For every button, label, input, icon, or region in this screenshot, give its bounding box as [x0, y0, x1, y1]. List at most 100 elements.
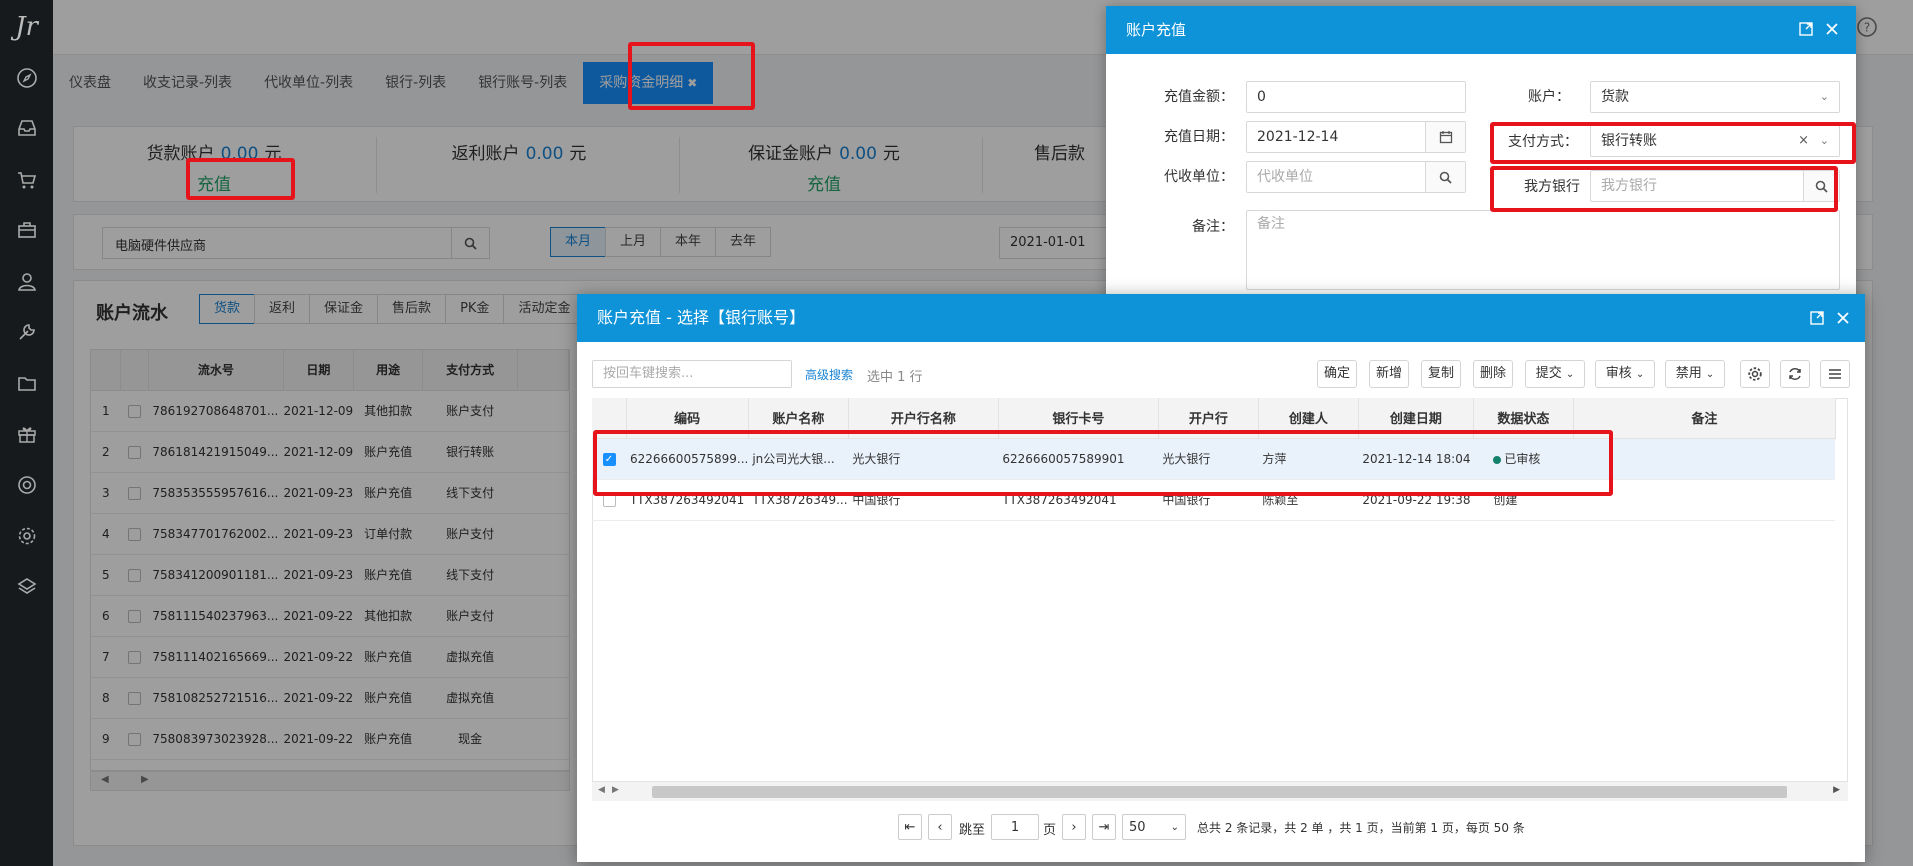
prev-page-icon[interactable]: ‹	[928, 814, 952, 840]
close-icon[interactable]	[1835, 310, 1851, 326]
row-checkbox[interactable]: ✓	[602, 452, 616, 466]
inbox-icon[interactable]	[0, 108, 53, 148]
collector-input[interactable]: 代收单位	[1246, 161, 1466, 193]
amount-input[interactable]: 0	[1246, 81, 1466, 113]
scroll-left-icon[interactable]: ◀	[598, 785, 605, 795]
note-textarea[interactable]: 备注	[1246, 210, 1840, 290]
flow-scrollbar[interactable]: ◀ ▶	[90, 771, 570, 791]
add-button[interactable]: 新增	[1369, 360, 1409, 388]
scroll-thumb[interactable]	[652, 786, 1787, 798]
table-row[interactable]: 6 758111540237963... 2021-09-22 其他扣款 账户支付	[91, 595, 569, 637]
last-page-icon[interactable]: ⇥	[1092, 814, 1116, 840]
table-row[interactable]: 1 786192708648701... 2021-12-09 其他扣款 账户支付	[91, 390, 569, 432]
our-bank-input[interactable]: 我方银行	[1590, 170, 1840, 202]
bank-search-input[interactable]: 按回车键搜索...	[592, 360, 792, 388]
close-icon[interactable]	[1824, 21, 1840, 37]
row-checkbox[interactable]	[602, 493, 616, 507]
row-checkbox[interactable]	[128, 445, 142, 459]
sub-tab-aftersale[interactable]: 售后款	[377, 294, 447, 324]
first-page-icon[interactable]: ⇤	[898, 814, 922, 840]
sub-tab-rebate[interactable]: 返利	[254, 294, 311, 324]
row-checkbox[interactable]	[128, 609, 142, 623]
account-select[interactable]: 货款 ⌄	[1590, 81, 1840, 113]
table-row[interactable]: 4 758347701762002... 2021-09-23 订单付款 账户支付	[91, 513, 569, 555]
layers-icon[interactable]	[0, 567, 53, 607]
cart-icon[interactable]	[0, 160, 53, 200]
period-last-month[interactable]: 上月	[605, 227, 662, 257]
advanced-search-link[interactable]: 高级搜索	[805, 366, 853, 383]
table-row[interactable]: ✓ 62266600575899... jn公司光大银... 光大银行 62266600…	[592, 438, 1836, 480]
submit-dropdown[interactable]: 提交 ⌄	[1525, 360, 1585, 388]
table-row[interactable]: 5 758341200901181... 2021-09-23 账户充值 线下支付	[91, 554, 569, 596]
row-checkbox[interactable]	[128, 527, 142, 541]
table-row[interactable]: 3 758353555957616... 2021-09-23 账户充值 线下支付	[91, 472, 569, 514]
sub-tab-payment[interactable]: 货款	[199, 294, 256, 324]
sub-tab-activity[interactable]: 活动定金	[503, 294, 586, 324]
row-checkbox[interactable]	[128, 486, 142, 500]
search-icon[interactable]	[1803, 171, 1839, 201]
search-icon[interactable]	[1425, 162, 1465, 192]
period-last-year[interactable]: 去年	[715, 227, 772, 257]
settings-gear-icon[interactable]	[1740, 360, 1770, 388]
page-input[interactable]: 1	[991, 814, 1039, 840]
scroll-right-icon[interactable]: ▶	[612, 785, 619, 795]
page-size-select[interactable]: 50 ⌄	[1122, 814, 1186, 840]
gear-icon[interactable]	[0, 516, 53, 556]
chevron-down-icon[interactable]: ⌄	[1820, 82, 1829, 112]
row-checkbox[interactable]	[128, 732, 142, 746]
wrench-icon[interactable]	[0, 312, 53, 352]
briefcase-icon[interactable]	[0, 210, 53, 250]
sub-tab-deposit[interactable]: 保证金	[309, 294, 379, 324]
user-icon[interactable]	[0, 262, 53, 302]
scroll-right-icon[interactable]: ▶	[141, 774, 149, 785]
pay-method-select[interactable]: 银行转账 × ⌄	[1590, 125, 1840, 157]
confirm-button[interactable]: 确定	[1317, 360, 1357, 388]
delete-button[interactable]: 删除	[1473, 360, 1513, 388]
lifebuoy-icon[interactable]	[0, 465, 53, 505]
tab-bank-account-list[interactable]: 银行账号-列表	[462, 62, 583, 104]
tab-dashboard[interactable]: 仪表盘	[53, 62, 127, 104]
row-checkbox[interactable]	[128, 650, 142, 664]
period-this-year[interactable]: 本年	[660, 227, 717, 257]
tab-bank-list[interactable]: 银行-列表	[369, 62, 462, 104]
audit-dropdown[interactable]: 审核 ⌄	[1595, 360, 1655, 388]
search-icon[interactable]	[451, 228, 489, 258]
supplier-search[interactable]: 电脑硬件供应商	[102, 227, 490, 259]
maximize-icon[interactable]	[1798, 21, 1814, 37]
table-row[interactable]: 8 758108252721516... 2021-09-22 账户充值 虚拟充值	[91, 677, 569, 719]
sub-tab-pk[interactable]: PK金	[445, 294, 505, 324]
maximize-icon[interactable]	[1809, 310, 1825, 326]
table-row[interactable]: 7 758111402165669... 2021-09-22 账户充值 虚拟充值	[91, 636, 569, 678]
copy-button[interactable]: 复制	[1421, 360, 1461, 388]
compass-icon[interactable]	[0, 58, 53, 98]
date-input[interactable]: 2021-12-14	[1246, 121, 1466, 153]
row-checkbox[interactable]	[128, 568, 142, 582]
folder-icon[interactable]	[0, 363, 53, 403]
refresh-icon[interactable]	[1780, 360, 1810, 388]
calendar-icon[interactable]	[1425, 122, 1465, 152]
chevron-down-icon[interactable]: ⌄	[1820, 126, 1829, 156]
deposit-recharge-link[interactable]: 充值	[714, 170, 934, 195]
gift-icon[interactable]	[0, 414, 53, 454]
bank-dialog-header: 账户充值 - 选择【银行账号】	[577, 294, 1865, 342]
bank-grid-scrollbar[interactable]: ◀ ▶ ▶	[592, 781, 1848, 801]
disable-dropdown[interactable]: 禁用 ⌄	[1665, 360, 1725, 388]
scroll-left-icon[interactable]: ◀	[101, 774, 109, 785]
table-row[interactable]: TTX387263492041 TTX38726349... 中国银行 TTX3872…	[592, 479, 1836, 521]
table-row[interactable]: 9 758083973023928... 2021-09-22 账户充值 现金	[91, 718, 569, 760]
tab-close-icon[interactable]: ✖	[687, 76, 697, 90]
row-checkbox[interactable]	[128, 404, 142, 418]
tab-collector-list[interactable]: 代收单位-列表	[248, 62, 369, 104]
help-icon[interactable]: ?	[1856, 16, 1878, 38]
tab-purchase-fund-detail[interactable]: 采购资金明细 ✖	[583, 62, 714, 104]
clear-icon[interactable]: ×	[1798, 126, 1809, 156]
menu-icon[interactable]	[1820, 360, 1850, 388]
period-this-month[interactable]: 本月	[550, 227, 607, 257]
date-from-input[interactable]: 2021-01-01	[999, 227, 1119, 259]
next-page-icon[interactable]: ›	[1062, 814, 1086, 840]
table-row[interactable]: 2 786181421915049... 2021-12-09 账户充值 银行转账	[91, 431, 569, 473]
row-checkbox[interactable]	[128, 691, 142, 705]
payment-recharge-link[interactable]: 充值	[114, 170, 314, 195]
tab-income-list[interactable]: 收支记录-列表	[127, 62, 248, 104]
scroll-end-icon[interactable]: ▶	[1833, 785, 1840, 795]
